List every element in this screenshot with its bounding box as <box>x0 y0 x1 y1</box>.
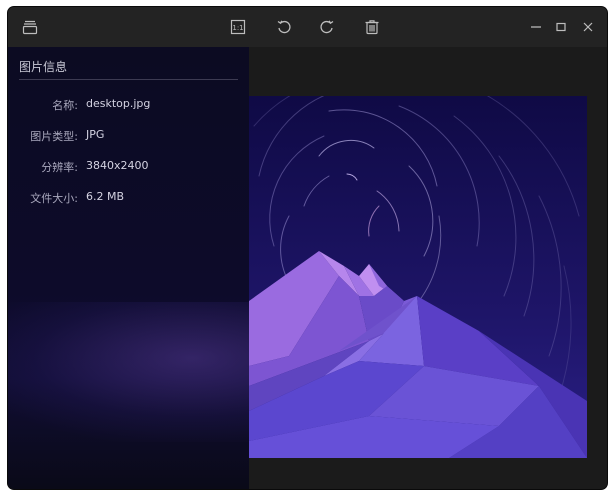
panel-divider <box>19 79 238 80</box>
info-row-resolution: 分辨率: 3840x2400 <box>8 159 249 177</box>
maximize-button[interactable] <box>547 13 575 41</box>
info-value-size: 6.2 MB <box>86 190 125 203</box>
actual-size-icon: 1:1 <box>230 19 246 35</box>
panel-background-glow <box>8 302 249 442</box>
thumbnail-panel-button[interactable] <box>16 13 44 41</box>
info-label-size: 文件大小: <box>30 192 78 205</box>
info-row-name: 名称: desktop.jpg <box>8 97 249 115</box>
image-info-panel: 图片信息 名称: desktop.jpg 图片类型: JPG 分辨率: 3840… <box>8 47 249 489</box>
info-label-name: 名称: <box>52 99 78 112</box>
svg-text:1:1: 1:1 <box>232 24 243 32</box>
info-row-type: 图片类型: JPG <box>8 128 249 146</box>
info-row-size: 文件大小: 6.2 MB <box>8 190 249 208</box>
actual-size-button[interactable]: 1:1 <box>224 13 252 41</box>
info-value-name: desktop.jpg <box>86 97 151 110</box>
image-viewer-window: 1:1 图片信息 名称: desktop.jpg 图片类型: JPG 分辨率: … <box>8 7 607 489</box>
info-value-resolution: 3840x2400 <box>86 159 149 172</box>
delete-button[interactable] <box>358 13 386 41</box>
close-icon <box>582 21 594 33</box>
wallpaper-image <box>249 85 587 458</box>
rotate-right-button[interactable] <box>313 13 341 41</box>
info-label-type: 图片类型: <box>30 130 78 143</box>
info-value-type: JPG <box>86 128 105 141</box>
close-button[interactable] <box>574 13 602 41</box>
trash-icon <box>364 19 380 35</box>
panel-title: 图片信息 <box>19 60 68 74</box>
rotate-right-icon <box>319 19 335 35</box>
maximize-icon <box>555 21 567 33</box>
minimize-icon <box>530 21 542 33</box>
titlebar: 1:1 <box>8 7 607 47</box>
rotate-left-icon <box>276 19 292 35</box>
info-label-resolution: 分辨率: <box>41 161 78 174</box>
rotate-left-button[interactable] <box>270 13 298 41</box>
image-canvas[interactable] <box>249 85 587 458</box>
minimize-button[interactable] <box>522 13 550 41</box>
thumbnail-panel-icon <box>22 19 38 35</box>
